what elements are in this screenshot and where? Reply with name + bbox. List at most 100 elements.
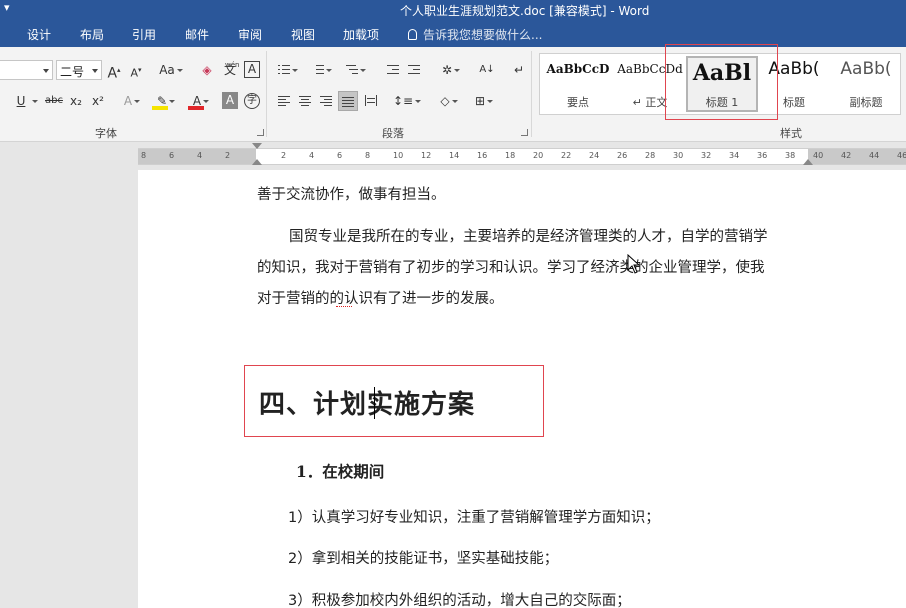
phonetic-guide-button[interactable]: wén 文 — [221, 60, 239, 80]
asian-layout-button[interactable]: ✲ — [437, 60, 465, 80]
shrink-font-button[interactable]: A▾ — [128, 60, 144, 80]
tell-me-search[interactable]: 告诉我您想要做什么... — [408, 26, 542, 43]
highlight-color-button[interactable]: ✎ — [150, 91, 182, 111]
font-color-button[interactable]: A — [186, 91, 216, 111]
underline-button[interactable]: U — [14, 91, 28, 111]
ruler-tick: 6 — [337, 151, 343, 160]
grow-font-button[interactable]: A▴ — [106, 60, 122, 82]
list-item: 1）认真学习好专业知识，注重了营销解管理学方面知识； — [288, 510, 660, 526]
align-center-icon — [299, 95, 311, 106]
mouse-pointer-icon — [627, 254, 641, 274]
ruler-tick: 44 — [869, 151, 880, 160]
decrease-indent-button[interactable] — [384, 60, 402, 80]
eraser-icon[interactable]: ◈ — [198, 60, 216, 80]
style-sample: AaBbCcD — [546, 62, 610, 76]
line-spacing-button[interactable]: ↕≡ — [392, 91, 422, 111]
align-left-button[interactable] — [276, 91, 292, 111]
font-size-combo[interactable]: 二号 — [56, 60, 102, 80]
char-shading-button[interactable]: A — [222, 92, 238, 109]
list-item: 2）拿到相关的技能证书，坚实基础技能； — [288, 551, 559, 567]
increase-indent-icon — [408, 64, 420, 75]
title-bar: ▾ 个人职业生涯规划范文.doc [兼容模式] - Word — [0, 0, 906, 20]
tab-references[interactable]: 引用 — [132, 26, 156, 43]
style-yaodian[interactable]: AaBbCcD 要点 — [542, 56, 614, 112]
align-center-button[interactable] — [297, 91, 313, 111]
style-title[interactable]: AaBb( 标题 — [758, 56, 830, 112]
ruler-tick: 10 — [393, 151, 404, 160]
enclose-char-button[interactable]: 字 — [243, 91, 261, 111]
ruler-tick: 46 — [897, 151, 906, 160]
tab-layout[interactable]: 布局 — [80, 26, 104, 43]
align-right-button[interactable] — [318, 91, 334, 111]
lightbulb-icon — [408, 29, 417, 40]
bullets-button[interactable] — [274, 60, 302, 80]
paragraph-line: 的知识，我对于营销有了初步的学习和认识。学习了经济类的企业管理学，使我 — [257, 260, 765, 276]
superscript-button[interactable]: x² — [90, 91, 106, 111]
tab-mailings[interactable]: 邮件 — [185, 26, 209, 43]
tab-review[interactable]: 审阅 — [238, 26, 262, 43]
show-marks-button[interactable]: ↵ — [512, 60, 526, 80]
styles-group-label: 样式 — [780, 127, 802, 140]
style-name: 标题 — [783, 96, 805, 109]
underline-dropdown[interactable] — [29, 91, 39, 111]
multilevel-list-icon — [346, 64, 358, 75]
font-name-combo[interactable] — [0, 60, 53, 80]
justify-button[interactable] — [338, 91, 358, 111]
ruler-tick: 4 — [197, 151, 203, 160]
ruler-tick: 8 — [141, 151, 147, 160]
ribbon: 二号 A▴ A▾ Aa ◈ wén 文 A U abc x₂ x² A ✎ A A… — [0, 47, 906, 142]
ruler-tick: 6 — [169, 151, 175, 160]
horizontal-ruler[interactable]: 8 6 4 2 2 4 6 8 10 12 14 16 18 20 22 24 26 28 30 32 34 36 38 40… — [138, 143, 906, 165]
style-heading1[interactable]: AaBl 标题 1 — [686, 56, 758, 112]
change-case-label: Aa — [159, 63, 175, 77]
numbering-button[interactable] — [308, 60, 336, 80]
shrink-font-label: A — [130, 66, 138, 80]
styles-gallery: AaBbCcD 要点 AaBbCcDd ↵ 正文 AaBl 标题 1 AaBb(… — [539, 53, 901, 115]
char-shading-label: A — [225, 93, 235, 107]
text-effects-button[interactable]: A — [120, 91, 144, 111]
text-effects-label: A — [123, 94, 133, 108]
heading-1: 四、计划实施方案 — [259, 390, 476, 420]
strikethrough-button[interactable]: abc — [44, 91, 64, 111]
char-border-label: A — [247, 62, 257, 76]
style-subtitle[interactable]: AaBb( 副标题 — [830, 56, 902, 112]
chevron-down-icon[interactable] — [92, 69, 98, 73]
style-sample: AaBb( — [768, 59, 820, 79]
ruler-tick: 30 — [673, 151, 684, 160]
shading-button[interactable]: ◇ — [434, 91, 464, 111]
chevron-down-icon[interactable] — [43, 69, 49, 73]
sort-button[interactable]: A↓ — [478, 60, 496, 80]
increase-indent-button[interactable] — [405, 60, 423, 80]
ruler-tick: 38 — [785, 151, 796, 160]
strikethrough-label: abc — [45, 95, 63, 106]
underline-label: U — [16, 94, 26, 108]
multilevel-list-button[interactable] — [342, 60, 370, 80]
ruler-tick: 16 — [477, 151, 488, 160]
style-normal[interactable]: AaBbCcDd ↵ 正文 — [614, 56, 686, 112]
pilcrow-icon: ↵ — [513, 63, 525, 77]
paragraph-line: 善于交流协作，做事有担当。 — [257, 187, 446, 203]
style-sample: AaBb( — [840, 59, 892, 79]
asian-layout-icon: ✲ — [441, 63, 453, 77]
hanging-indent-marker[interactable] — [252, 159, 262, 165]
tab-view[interactable]: 视图 — [291, 26, 315, 43]
first-line-indent-marker[interactable] — [252, 143, 262, 149]
paragraph-dialog-launcher-icon[interactable] — [521, 129, 528, 136]
numbered-list-icon — [312, 64, 324, 75]
ruler-tick: 26 — [617, 151, 628, 160]
tab-addins[interactable]: 加载项 — [343, 26, 379, 43]
subscript-button[interactable]: x₂ — [68, 91, 84, 111]
ruler-tick: 2 — [281, 151, 287, 160]
pinyin-icon: wén — [225, 61, 240, 69]
quick-access-dropdown-icon[interactable]: ▾ — [4, 1, 10, 14]
ruler-tick: 32 — [701, 151, 712, 160]
right-indent-marker[interactable] — [803, 159, 813, 165]
borders-button[interactable]: ⊞ — [469, 91, 499, 111]
paragraph-line: 国贸专业是我所在的专业，主要培养的是经济管理类的人才，自学的营销学 — [289, 229, 768, 245]
change-case-button[interactable]: Aa — [156, 60, 186, 80]
ribbon-tabs: 设计 布局 引用 邮件 审阅 视图 加载项 告诉我您想要做什么... — [0, 20, 906, 47]
char-border-button[interactable]: A — [244, 61, 260, 78]
distributed-button[interactable] — [362, 91, 380, 111]
font-dialog-launcher-icon[interactable] — [257, 129, 264, 136]
tab-design[interactable]: 设计 — [27, 26, 51, 43]
